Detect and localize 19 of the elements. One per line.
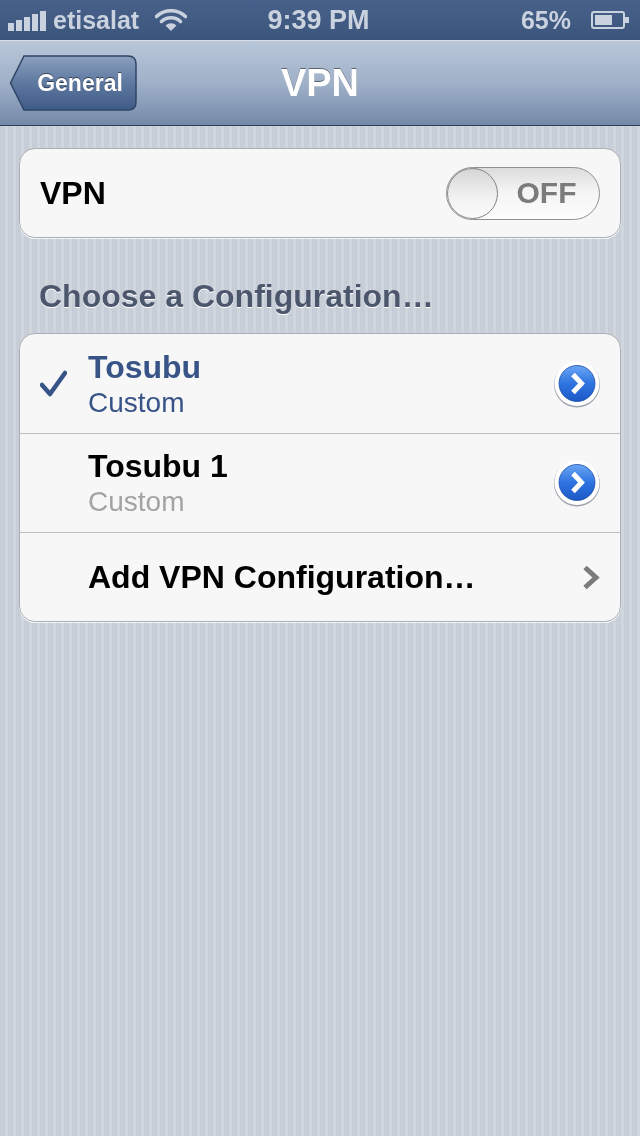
- configuration-type: Custom: [88, 486, 185, 518]
- wifi-icon: [155, 9, 188, 31]
- section-header: Choose a Configuration…: [39, 277, 435, 316]
- configuration-name[interactable]: Tosubu 1: [88, 448, 228, 484]
- carrier-name: etisalat: [53, 5, 140, 35]
- configuration-type: Custom: [88, 386, 185, 419]
- detail-disclosure-icon[interactable]: [553, 359, 601, 408]
- nav-title: VPN: [280, 61, 360, 105]
- status-time: 9:39 PM: [267, 5, 370, 35]
- detail-disclosure-icon[interactable]: [553, 459, 601, 507]
- vpn-label: VPN: [40, 174, 106, 212]
- chevron-icon: [582, 564, 600, 590]
- configuration-name[interactable]: Tosubu: [88, 348, 202, 385]
- vpn-toggle[interactable]: OFF: [446, 166, 600, 220]
- signal-bars-icon: [8, 10, 46, 31]
- add-vpn-configuration-row[interactable]: Add VPN Configuration…: [20, 533, 620, 621]
- battery-percentage: 65%: [520, 5, 571, 35]
- back-button[interactable]: General: [9, 55, 137, 111]
- battery-icon: [591, 11, 629, 29]
